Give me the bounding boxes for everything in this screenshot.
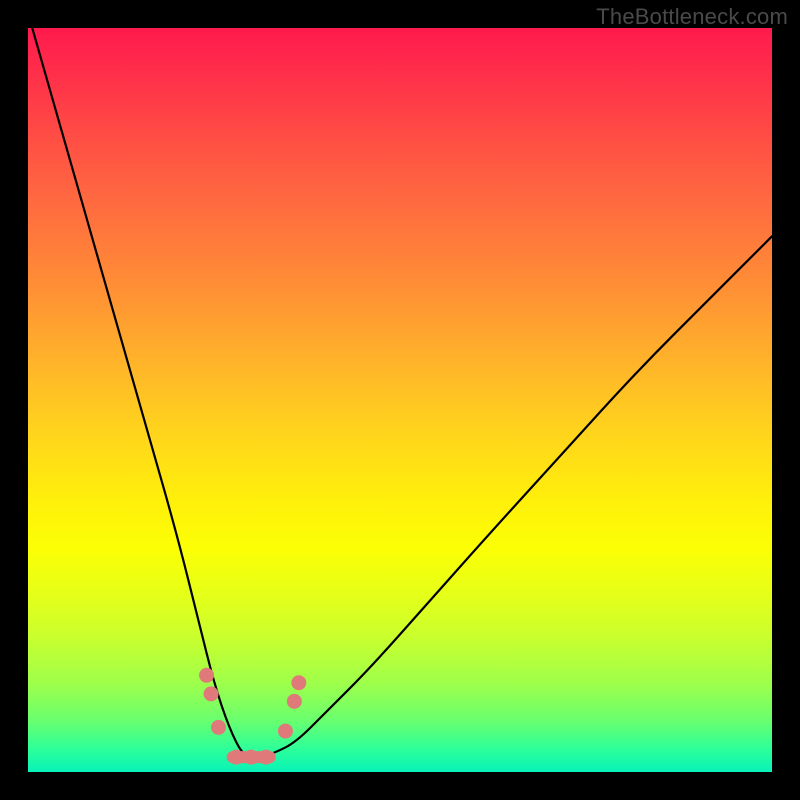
bottleneck-curve — [28, 28, 772, 757]
data-marker — [278, 724, 293, 739]
data-marker — [291, 675, 306, 690]
watermark-text: TheBottleneck.com — [596, 4, 788, 30]
data-marker — [199, 668, 214, 683]
data-marker — [211, 720, 226, 735]
data-marker — [259, 750, 274, 765]
data-marker — [204, 686, 219, 701]
plot-area — [28, 28, 772, 772]
chart-frame: TheBottleneck.com — [0, 0, 800, 800]
chart-svg — [28, 28, 772, 772]
data-marker — [287, 694, 302, 709]
data-marker — [229, 750, 244, 765]
data-marker — [244, 750, 259, 765]
